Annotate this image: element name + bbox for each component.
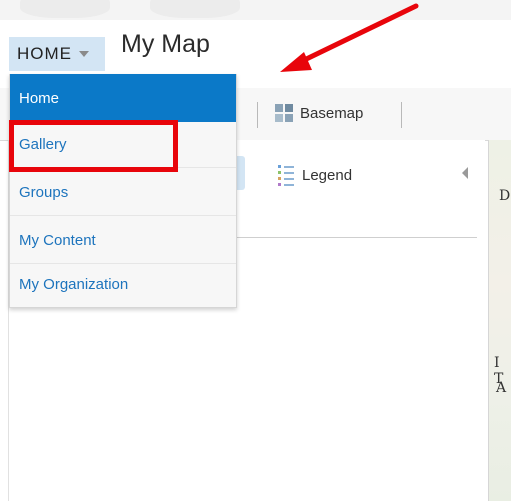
basemap-button[interactable]: Basemap: [275, 101, 363, 125]
map-view[interactable]: D I T A: [488, 140, 511, 501]
decor-blob: [150, 0, 240, 18]
menu-item-groups[interactable]: Groups: [10, 168, 236, 216]
highlight-box: [9, 120, 178, 172]
home-menu-button[interactable]: HOME: [9, 37, 105, 71]
panel-divider: [237, 237, 477, 238]
collapse-left-icon[interactable]: [462, 167, 468, 179]
toolbar-divider: [257, 102, 258, 128]
legend-button[interactable]: Legend: [278, 165, 352, 186]
legend-list-icon: [278, 165, 294, 186]
menu-item-home[interactable]: Home: [10, 74, 236, 122]
home-label: HOME: [17, 44, 72, 63]
page-title: My Map: [121, 30, 210, 58]
menu-item-my-content[interactable]: My Content: [10, 216, 236, 264]
top-strip: [0, 0, 511, 20]
legend-label: Legend: [302, 167, 353, 184]
basemap-grid-icon: [275, 104, 293, 122]
basemap-label: Basemap: [300, 104, 364, 122]
map-label: A: [496, 380, 507, 396]
red-arrow-annotation: [280, 3, 419, 72]
home-dropdown-menu: Home Gallery Groups My Content My Organi…: [9, 74, 237, 308]
toolbar-divider: [401, 102, 402, 128]
decor-blob: [20, 0, 110, 18]
map-label: D: [499, 188, 511, 204]
chevron-down-icon: [79, 51, 89, 57]
menu-item-my-organization[interactable]: My Organization: [10, 260, 236, 308]
